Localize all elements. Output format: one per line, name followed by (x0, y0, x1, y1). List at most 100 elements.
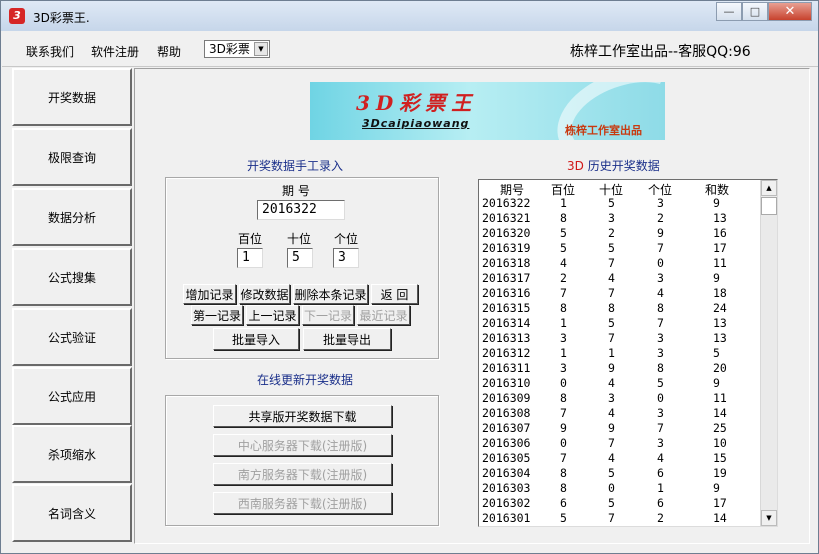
table-cell: 2 (657, 211, 664, 225)
table-row[interactable]: 2016314 1 5 7 13 (479, 316, 759, 331)
scroll-up-icon[interactable]: ▲ (761, 180, 777, 196)
chevron-down-icon[interactable]: ▼ (254, 42, 268, 56)
menu-register[interactable]: 软件注册 (91, 43, 139, 60)
prev-record-button[interactable]: 上一记录 (246, 305, 299, 325)
sidebar-item-formula-collect[interactable]: 公式搜集 (12, 248, 132, 306)
table-cell: 7 (560, 451, 567, 465)
table-cell: 2016301 (482, 511, 531, 525)
vertical-scrollbar[interactable]: ▲ ▼ (760, 180, 777, 526)
table-row[interactable]: 2016301 5 7 2 14 (479, 511, 759, 526)
modify-data-button[interactable]: 修改数据 (239, 284, 290, 304)
window-title: 3D彩票王. (33, 11, 90, 25)
period-label: 期 号 (282, 184, 310, 198)
table-cell: 4 (657, 286, 664, 300)
minimize-button[interactable]: — (716, 2, 742, 21)
table-cell: 19 (713, 466, 727, 480)
south-server-download-button[interactable]: 南方服务器下载(注册版) (213, 463, 392, 485)
delete-record-button[interactable]: 删除本条记录 (293, 284, 368, 304)
sidebar-item-glossary[interactable]: 名词含义 (12, 484, 132, 542)
sidebar-item-filter-shrink[interactable]: 杀项缩水 (12, 425, 132, 483)
table-row[interactable]: 2016315 8 8 8 24 (479, 301, 759, 316)
app-window: 3 3D彩票王. — □ ✕ 联系我们 软件注册 帮助 3D彩票 ▼ 栋梓工作室… (0, 0, 819, 554)
scroll-down-icon[interactable]: ▼ (761, 510, 777, 526)
table-row[interactable]: 2016318 4 7 0 11 (479, 256, 759, 271)
table-body: 2016322 1 5 3 9 2016321 8 3 2 13 2016320 5 2 9 16 20163… (479, 196, 759, 526)
table-cell: 2016311 (482, 361, 531, 375)
table-cell: 16 (713, 226, 727, 240)
table-cell: 8 (560, 466, 567, 480)
hundreds-field[interactable]: 1 (237, 248, 263, 268)
close-button[interactable]: ✕ (768, 2, 812, 21)
table-cell: 3 (608, 211, 615, 225)
table-cell: 6 (560, 496, 567, 510)
table-cell: 7 (560, 286, 567, 300)
table-cell: 7 (608, 331, 615, 345)
sidebar-item-limit-query[interactable]: 极限查询 (12, 128, 132, 186)
scroll-thumb[interactable] (761, 197, 777, 215)
table-row[interactable]: 2016306 0 7 3 10 (479, 436, 759, 451)
table-row[interactable]: 2016320 5 2 9 16 (479, 226, 759, 241)
shared-download-button[interactable]: 共享版开奖数据下载 (213, 405, 392, 427)
table-row[interactable]: 2016310 0 4 5 9 (479, 376, 759, 391)
table-row[interactable]: 2016303 8 0 1 9 (479, 481, 759, 496)
sidebar-item-formula-verify[interactable]: 公式验证 (12, 308, 132, 366)
center-server-download-button[interactable]: 中心服务器下载(注册版) (213, 434, 392, 456)
history-title-prefix: 3D (567, 159, 584, 173)
table-row[interactable]: 2016319 5 5 7 17 (479, 241, 759, 256)
table-cell: 2016310 (482, 376, 531, 390)
table-cell: 2016316 (482, 286, 531, 300)
table-row[interactable]: 2016305 7 4 4 15 (479, 451, 759, 466)
title-bar[interactable]: 3 3D彩票王. — □ ✕ (1, 1, 818, 31)
next-record-button[interactable]: 下一记录 (302, 305, 354, 325)
table-cell: 2016315 (482, 301, 531, 315)
maximize-button[interactable]: □ (742, 2, 768, 21)
sidebar-item-formula-apply[interactable]: 公式应用 (12, 367, 132, 425)
table-row[interactable]: 2016307 9 9 7 25 (479, 421, 759, 436)
menu-contact[interactable]: 联系我们 (26, 43, 74, 60)
menu-help[interactable]: 帮助 (157, 43, 181, 60)
online-update-title: 在线更新开奖数据 (257, 373, 354, 387)
tens-field[interactable]: 5 (287, 248, 313, 268)
table-cell: 20 (713, 361, 727, 375)
batch-export-button[interactable]: 批量导出 (303, 328, 391, 350)
table-cell: 11 (713, 391, 727, 405)
add-record-button[interactable]: 增加记录 (183, 284, 236, 304)
sidebar-item-draw-data[interactable]: 开奖数据 (12, 68, 132, 126)
table-cell: 9 (657, 226, 664, 240)
sidebar-item-data-analysis[interactable]: 数据分析 (12, 188, 132, 246)
table-cell: 4 (657, 451, 664, 465)
table-row[interactable]: 2016312 1 1 3 5 (479, 346, 759, 361)
first-record-button[interactable]: 第一记录 (191, 305, 243, 325)
table-cell: 2016312 (482, 346, 531, 360)
table-cell: 3 (657, 436, 664, 450)
batch-import-button[interactable]: 批量导入 (213, 328, 299, 350)
table-cell: 3 (657, 196, 664, 210)
table-cell: 7 (608, 256, 615, 270)
table-cell: 2 (608, 226, 615, 240)
table-cell: 5 (608, 496, 615, 510)
table-row[interactable]: 2016304 8 5 6 19 (479, 466, 759, 481)
table-row[interactable]: 2016308 7 4 3 14 (479, 406, 759, 421)
southwest-server-download-button[interactable]: 西南服务器下载(注册版) (213, 492, 392, 514)
latest-record-button[interactable]: 最近记录 (357, 305, 410, 325)
back-button[interactable]: 返 回 (371, 284, 418, 304)
table-row[interactable]: 2016317 2 4 3 9 (479, 271, 759, 286)
period-field[interactable]: 2016322 (257, 200, 345, 220)
table-row[interactable]: 2016309 8 3 0 11 (479, 391, 759, 406)
table-row[interactable]: 2016322 1 5 3 9 (479, 196, 759, 211)
table-cell: 2016308 (482, 406, 531, 420)
studio-credit: 栋梓工作室出品--客服QQ:96 (570, 44, 751, 60)
table-row[interactable]: 2016302 6 5 6 17 (479, 496, 759, 511)
manual-entry-title: 开奖数据手工录入 (247, 159, 344, 173)
lottery-type-select[interactable]: 3D彩票 ▼ (204, 40, 270, 58)
history-table[interactable]: 期号 百位 十位 个位 和数 2016322 1 5 3 9 2016321 8 3 2 13 20… (478, 179, 778, 527)
table-row[interactable]: 2016316 7 7 4 18 (479, 286, 759, 301)
table-row[interactable]: 2016321 8 3 2 13 (479, 211, 759, 226)
table-cell: 2016302 (482, 496, 531, 510)
table-cell: 4 (560, 256, 567, 270)
table-cell: 8 (560, 211, 567, 225)
table-cell: 5 (608, 241, 615, 255)
table-row[interactable]: 2016313 3 7 3 13 (479, 331, 759, 346)
table-row[interactable]: 2016311 3 9 8 20 (479, 361, 759, 376)
units-field[interactable]: 3 (333, 248, 359, 268)
